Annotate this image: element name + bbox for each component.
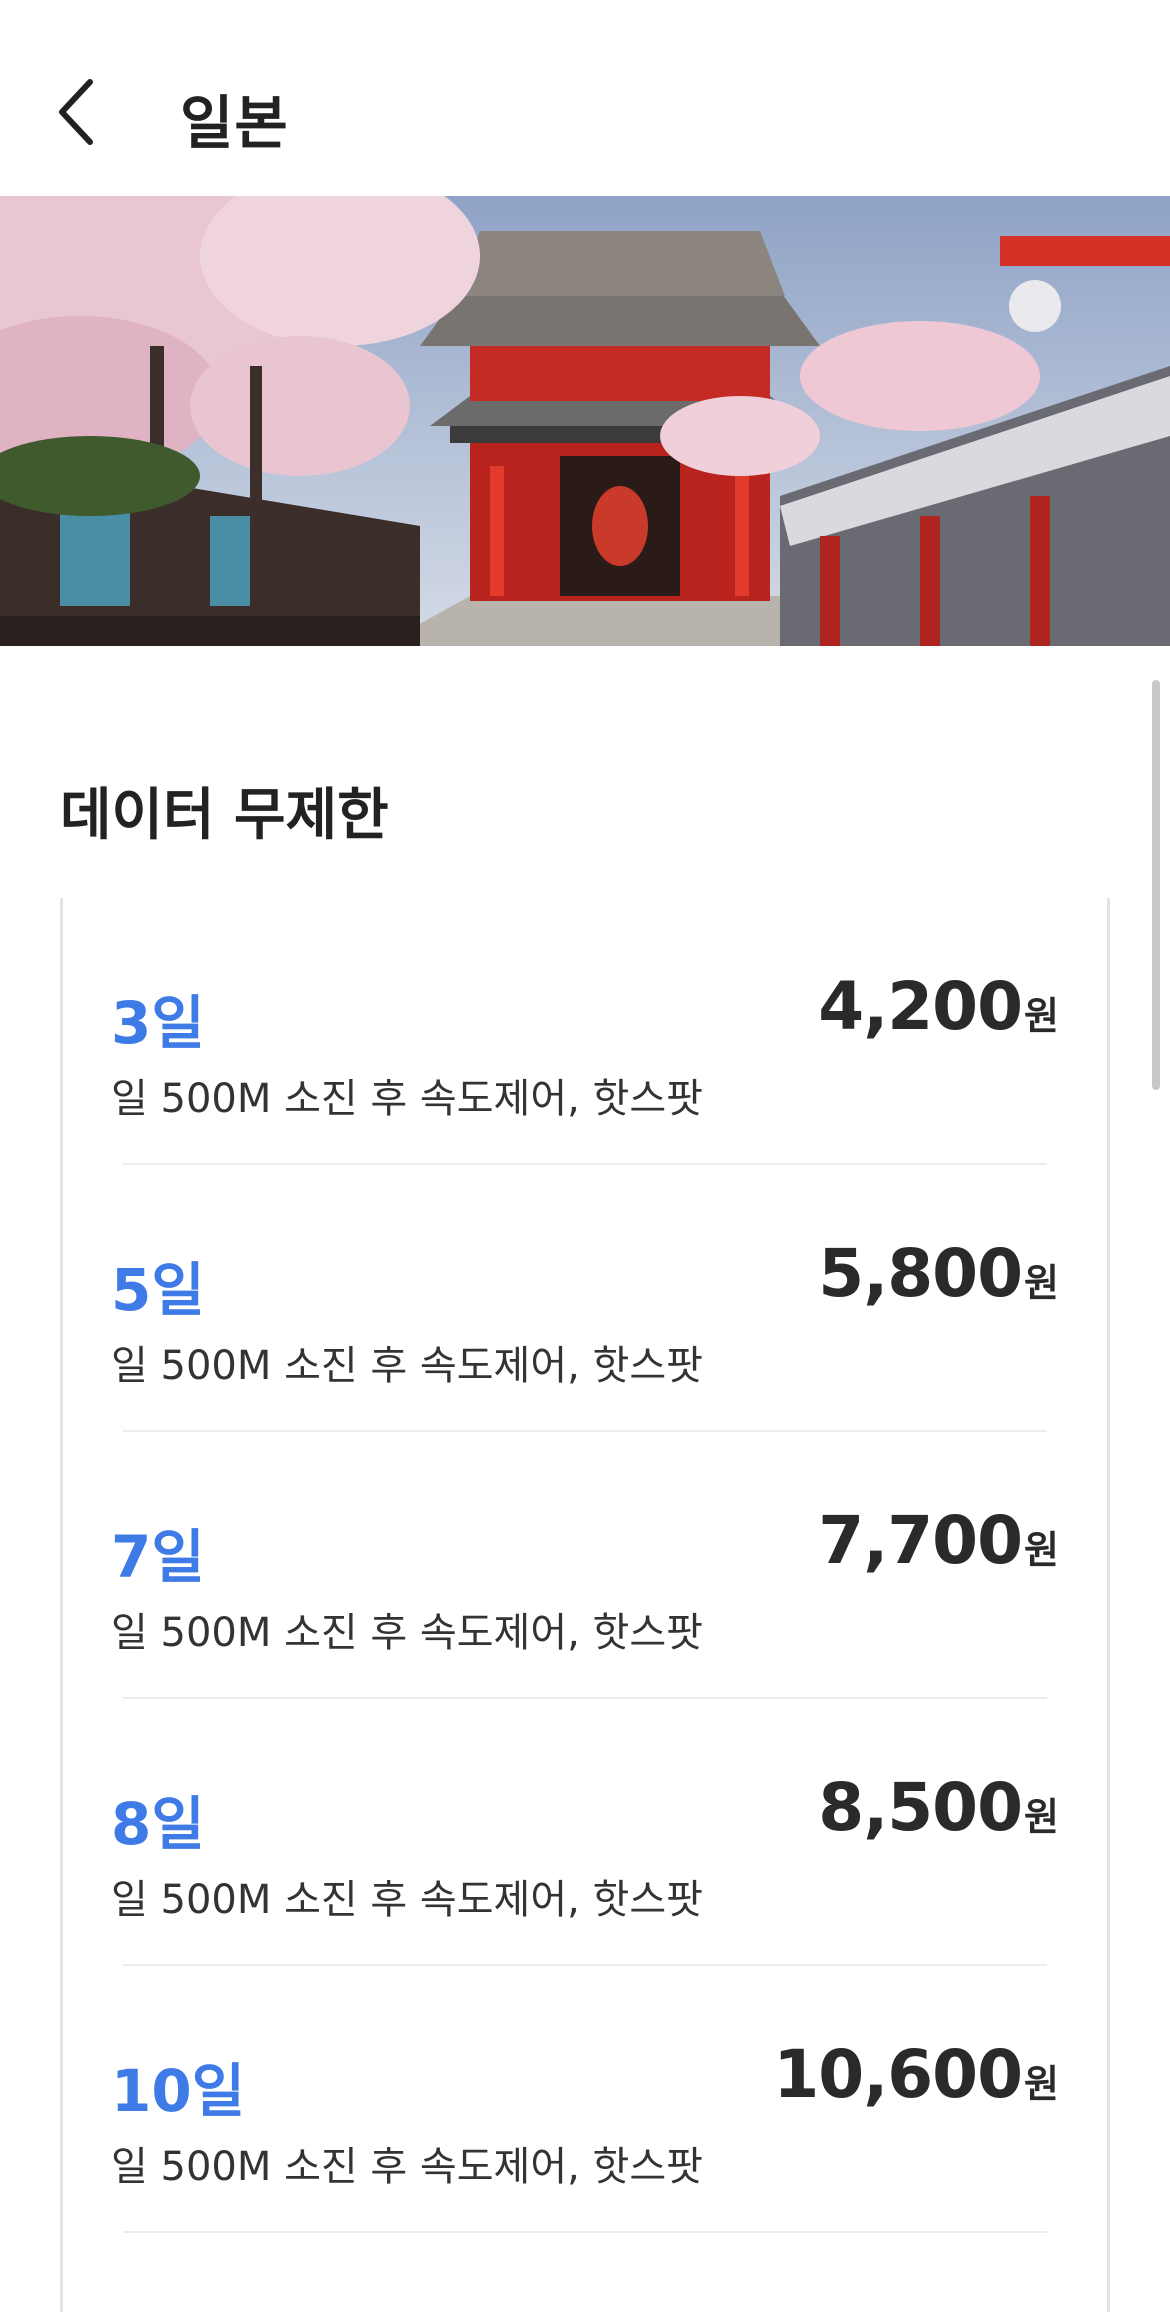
price-unit: 원 (1024, 1795, 1059, 1839)
plan-list: 3일 일 500M 소진 후 속도제어, 핫스팟 4,200원 5일 일 500… (60, 898, 1110, 2312)
price-amount: 5,800 (818, 1235, 1023, 1312)
plan-row[interactable]: 8일 일 500M 소진 후 속도제어, 핫스팟 8,500원 (63, 1699, 1107, 1966)
plan-row[interactable]: 7일 일 500M 소진 후 속도제어, 핫스팟 7,700원 (63, 1432, 1107, 1699)
plan-description: 일 500M 소진 후 속도제어, 핫스팟 (111, 2144, 703, 2190)
page-title: 일본 (180, 89, 289, 157)
plan-price: 5,800원 (818, 1235, 1059, 1312)
price-unit: 원 (1024, 2062, 1059, 2106)
price-unit: 원 (1024, 1528, 1059, 1572)
plan-row[interactable]: 3일 일 500M 소진 후 속도제어, 핫스팟 4,200원 (63, 898, 1107, 1165)
plan-price: 7,700원 (818, 1502, 1059, 1579)
price-amount: 7,700 (818, 1502, 1023, 1579)
chevron-left-icon (59, 79, 93, 145)
price-unit: 원 (1024, 1261, 1059, 1305)
plan-price: 8,500원 (818, 1769, 1059, 1846)
plan-days: 10일 (111, 2057, 246, 2125)
price-amount: 4,200 (818, 968, 1023, 1045)
plan-description: 일 500M 소진 후 속도제어, 핫스팟 (111, 1877, 703, 1923)
price-amount: 10,600 (773, 2036, 1023, 2113)
plan-price: 10,600원 (773, 2036, 1059, 2113)
section-title: 데이터 무제한 (60, 783, 389, 848)
plan-days: 7일 (111, 1523, 205, 1591)
plan-description: 일 500M 소진 후 속도제어, 핫스팟 (111, 1076, 703, 1122)
divider (123, 2231, 1047, 2233)
price-unit: 원 (1024, 994, 1059, 1038)
plan-description: 일 500M 소진 후 속도제어, 핫스팟 (111, 1610, 703, 1656)
plan-description: 일 500M 소진 후 속도제어, 핫스팟 (111, 1343, 703, 1389)
plan-row[interactable]: 5일 일 500M 소진 후 속도제어, 핫스팟 5,800원 (63, 1165, 1107, 1432)
hero-image (0, 196, 1170, 646)
plan-days: 8일 (111, 1790, 205, 1858)
header: 일본 (0, 0, 1170, 196)
plan-days: 5일 (111, 1256, 205, 1324)
plan-row[interactable]: 10일 일 500M 소진 후 속도제어, 핫스팟 10,600원 (63, 1966, 1107, 2233)
back-button[interactable] (48, 72, 108, 152)
plan-days: 3일 (111, 989, 205, 1057)
plan-price: 4,200원 (818, 968, 1059, 1045)
scrollbar[interactable] (1152, 680, 1160, 1090)
price-amount: 8,500 (818, 1769, 1023, 1846)
